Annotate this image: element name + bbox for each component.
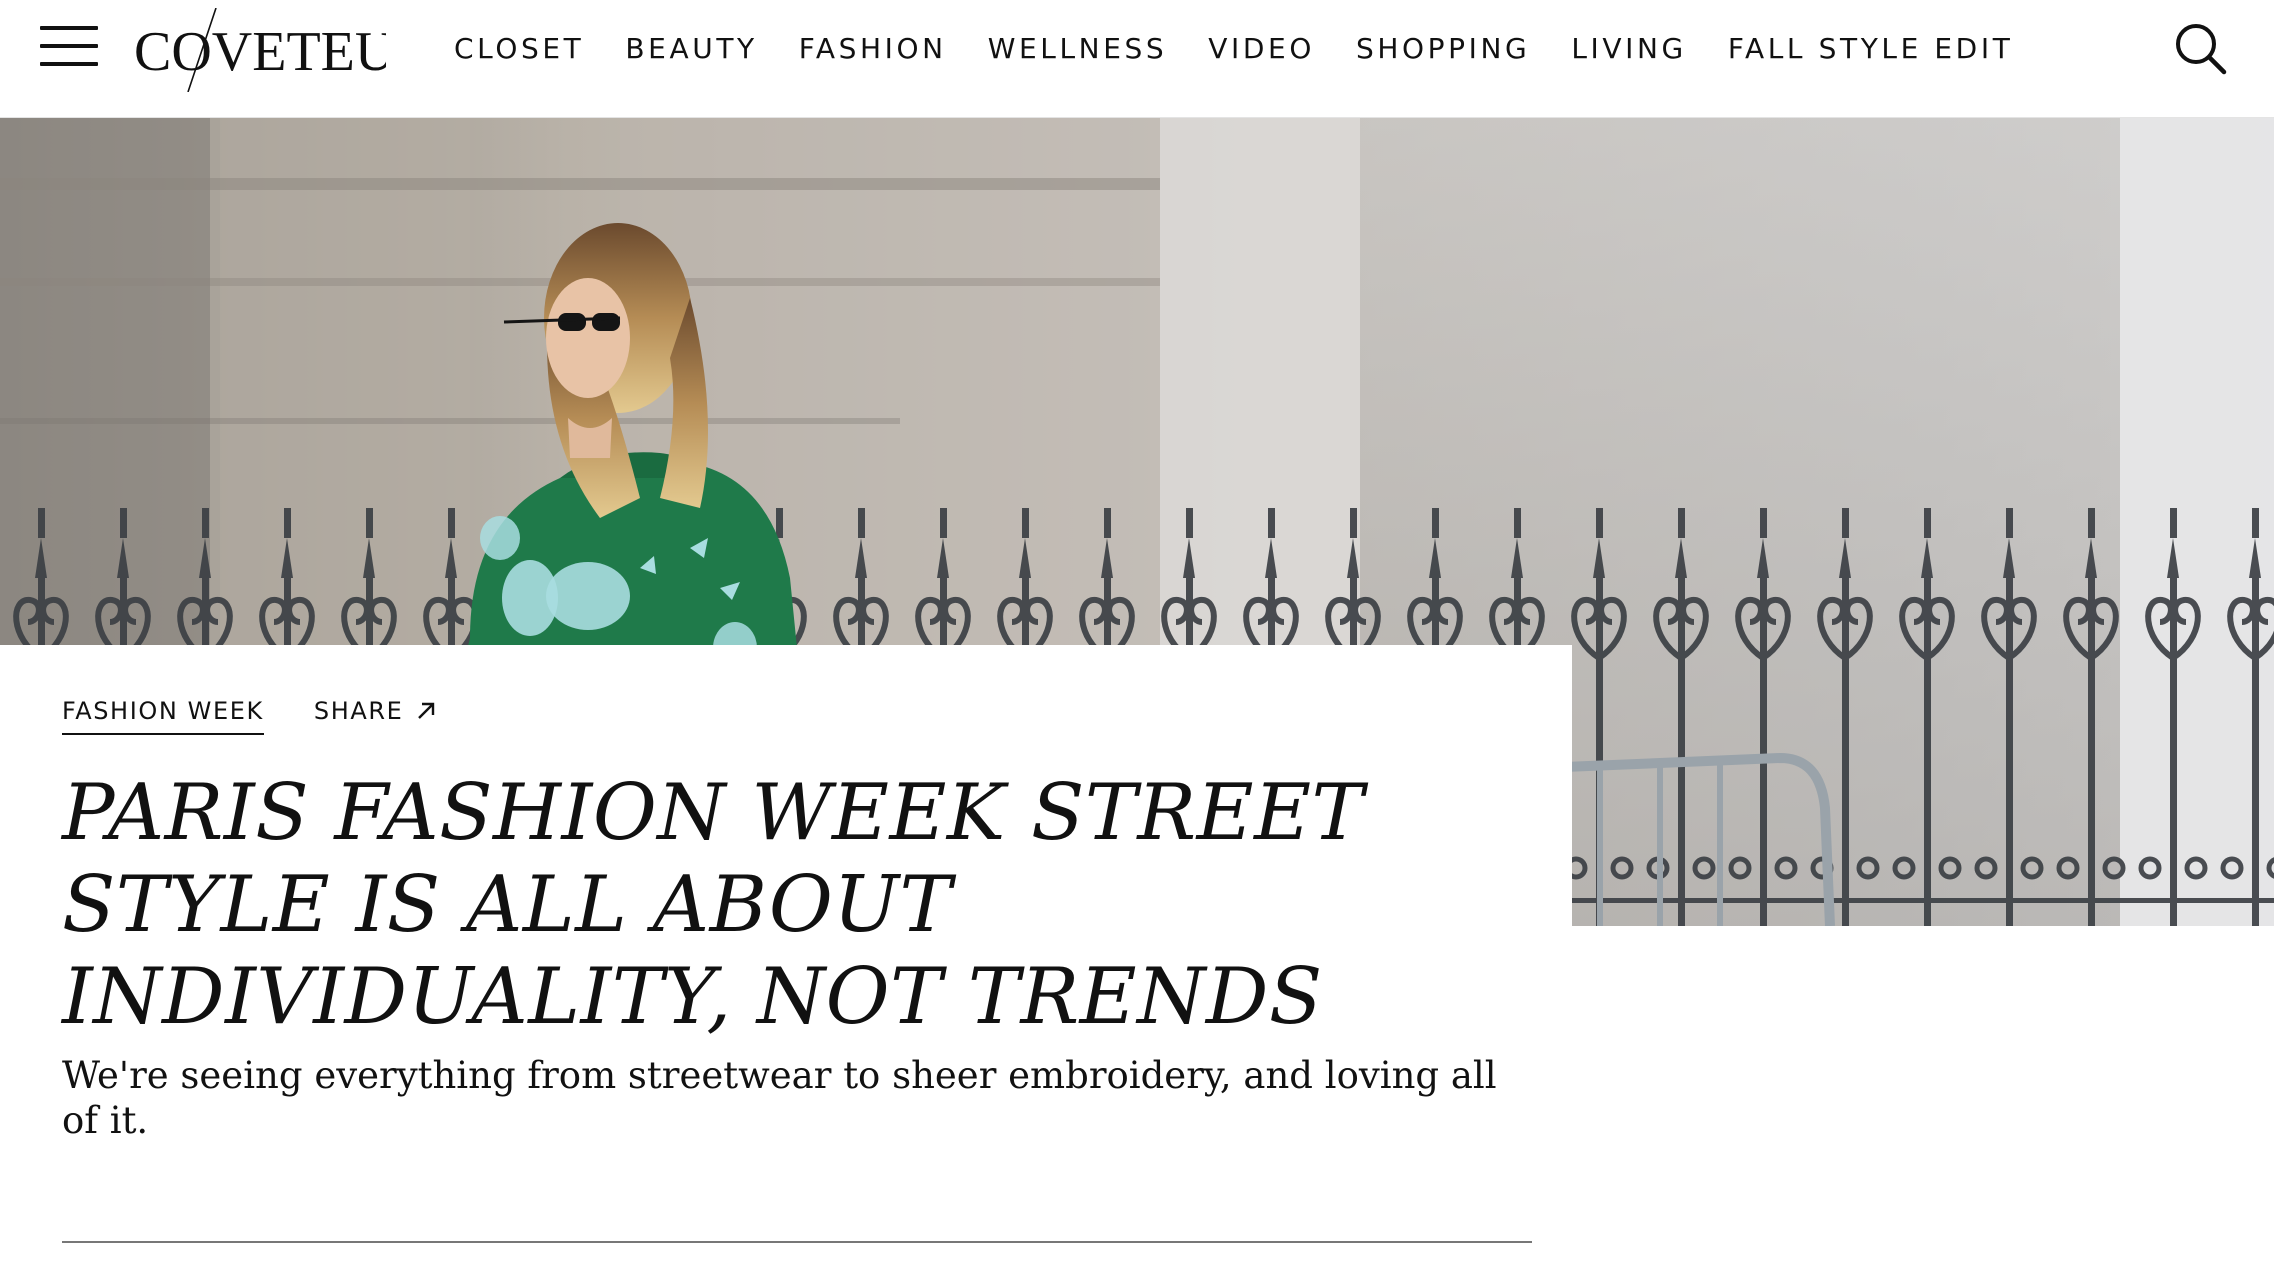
category-link[interactable]: FASHION WEEK (62, 697, 264, 735)
divider (62, 1241, 1532, 1243)
nav-video[interactable]: VIDEO (1208, 32, 1315, 65)
logo-wordmark: COVETEUR (134, 21, 386, 83)
nav-living[interactable]: LIVING (1571, 32, 1687, 65)
nav-fall-style-edit[interactable]: FALL STYLE EDIT (1728, 32, 2014, 65)
nav-closet[interactable]: CLOSET (454, 32, 584, 65)
main-nav: CLOSET BEAUTY FASHION WELLNESS VIDEO SHO… (454, 28, 2054, 68)
nav-shopping[interactable]: SHOPPING (1356, 32, 1530, 65)
site-header: COVETEUR CLOSET BEAUTY FASHION WELLNESS … (0, 0, 2274, 118)
article-title: PARIS FASHION WEEK STREET STYLE IS ALL A… (62, 768, 1365, 1042)
hamburger-menu-icon[interactable] (40, 24, 98, 68)
nav-beauty[interactable]: BEAUTY (625, 32, 757, 65)
article-dek: We're seeing everything from streetwear … (62, 1054, 1497, 1142)
nav-fashion[interactable]: FASHION (799, 32, 947, 65)
arrow-up-right-icon (418, 702, 435, 719)
nav-wellness[interactable]: WELLNESS (988, 32, 1168, 65)
share-label: SHARE (313, 697, 404, 725)
article-card: FASHION WEEK SHARE PARIS FASHION WEEK ST… (0, 645, 1572, 1285)
search-icon[interactable] (2174, 22, 2228, 76)
site-logo[interactable]: COVETEUR (134, 7, 433, 93)
share-button[interactable]: SHARE (314, 697, 438, 735)
article-meta: FASHION WEEK SHARE (62, 697, 437, 735)
